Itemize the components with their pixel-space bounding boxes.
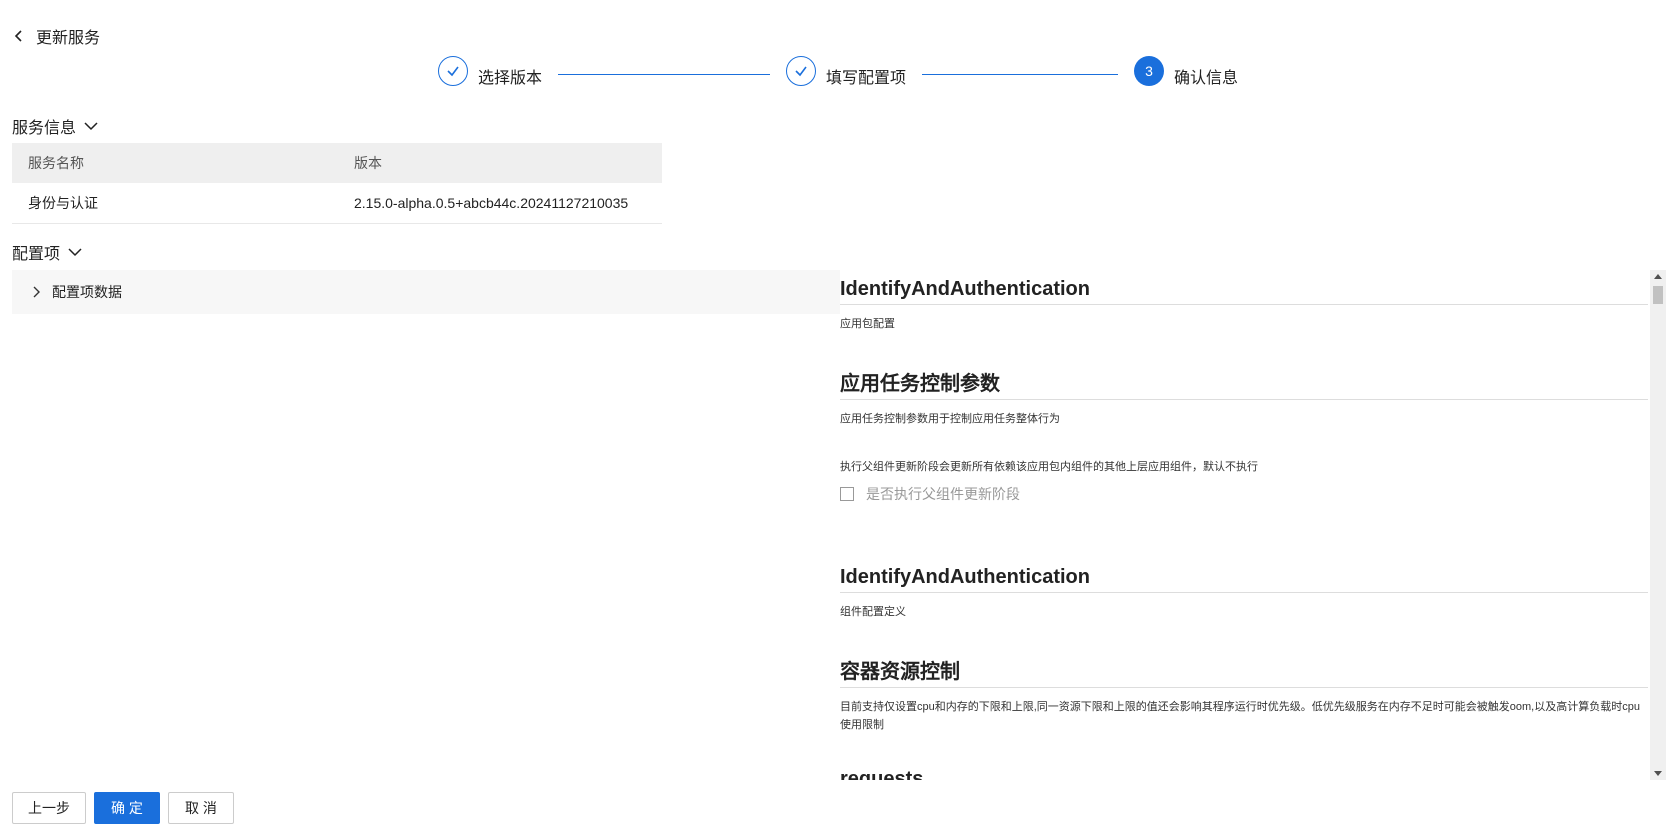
config-toggle[interactable]: 配置项 xyxy=(12,240,82,264)
doc-text: 应用任务控制参数用于控制应用任务整体行为 xyxy=(840,413,1060,425)
table-header-row: 服务名称 版本 xyxy=(12,143,662,183)
scrollbar-thumb[interactable] xyxy=(1653,286,1663,304)
step-1-check-icon xyxy=(438,56,468,86)
scroll-up-icon[interactable] xyxy=(1654,274,1662,279)
prev-button[interactable]: 上一步 xyxy=(12,792,86,824)
scroll-down-icon[interactable] xyxy=(1654,771,1662,776)
step-connector xyxy=(558,74,770,75)
parent-update-checkbox-row[interactable]: 是否执行父组件更新阶段 xyxy=(840,484,1648,504)
column-header-service-name: 服务名称 xyxy=(12,143,338,183)
service-info-toggle[interactable]: 服务信息 xyxy=(12,114,98,138)
parent-update-checkbox[interactable] xyxy=(840,487,854,501)
config-docs-pane: IdentifyAndAuthentication 应用包配置 应用任务控制参数… xyxy=(840,270,1650,780)
step-3-label: 确认信息 xyxy=(1174,70,1239,87)
chevron-down-icon xyxy=(68,248,82,257)
step-1-label: 选择版本 xyxy=(478,70,543,87)
cancel-button[interactable]: 取 消 xyxy=(168,792,234,824)
version-cell: 2.15.0-alpha.0.5+abcb44c.20241127210035 xyxy=(338,183,662,224)
doc-text: 执行父组件更新阶段会更新所有依赖该应用包内组件的其他上层应用组件，默认不执行 xyxy=(840,461,1258,473)
checkbox-label: 是否执行父组件更新阶段 xyxy=(866,486,1020,502)
chevron-left-icon xyxy=(14,30,22,42)
step-2-label: 填写配置项 xyxy=(826,70,907,87)
config-data-panel[interactable]: 配置项数据 xyxy=(12,270,840,314)
doc-heading: 容器资源控制 xyxy=(840,655,1648,688)
step-2-check-icon xyxy=(786,56,816,86)
docs-scrollbar[interactable] xyxy=(1650,270,1666,780)
service-name-cell: 身份与认证 xyxy=(12,183,338,224)
config-data-label: 配置项数据 xyxy=(52,284,122,300)
page-title: 更新服务 xyxy=(36,30,101,47)
step-connector xyxy=(922,74,1118,75)
config-title: 配置项 xyxy=(12,246,61,263)
doc-text: 目前支持仅设置cpu和内存的下限和上限,同一资源下限和上限的值还会影响其程序运行… xyxy=(840,701,1640,731)
table-row: 身份与认证 2.15.0-alpha.0.5+abcb44c.202411272… xyxy=(12,183,662,224)
doc-heading: 应用任务控制参数 xyxy=(840,367,1648,400)
chevron-right-icon xyxy=(33,286,40,298)
service-info-title: 服务信息 xyxy=(12,120,77,137)
doc-text: 应用包配置 xyxy=(840,318,895,330)
back-link[interactable]: 更新服务 xyxy=(12,24,100,48)
doc-heading: IdentifyAndAuthentication xyxy=(840,566,1648,593)
column-header-version: 版本 xyxy=(338,143,662,183)
doc-heading: IdentifyAndAuthentication xyxy=(840,278,1648,305)
stepper: 选择版本 填写配置项 3 确认信息 xyxy=(0,56,1674,96)
service-table: 服务名称 版本 身份与认证 2.15.0-alpha.0.5+abcb44c.2… xyxy=(12,143,662,224)
confirm-button[interactable]: 确 定 xyxy=(94,792,160,824)
doc-text: 组件配置定义 xyxy=(840,606,906,618)
step-3-number: 3 xyxy=(1134,56,1164,86)
chevron-down-icon xyxy=(84,122,98,131)
doc-heading: requests xyxy=(840,768,924,780)
